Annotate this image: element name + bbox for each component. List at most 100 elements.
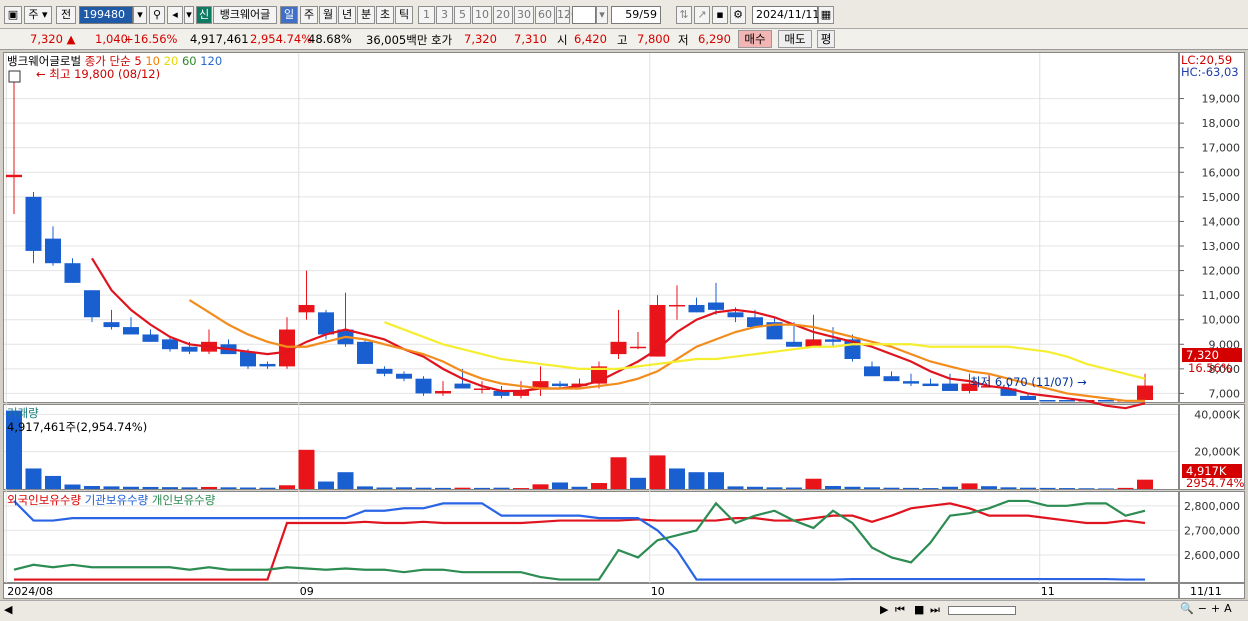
legend-individual: 개인보유수량 <box>151 493 216 507</box>
volume-bar <box>864 487 880 489</box>
volume-bar <box>396 487 412 489</box>
volume-bar <box>1020 487 1036 489</box>
volume-bar <box>162 487 178 489</box>
volume-bar <box>64 484 81 489</box>
candle-body <box>396 373 412 379</box>
pause-icon[interactable]: ■ <box>914 603 924 616</box>
volume-bar <box>532 484 549 489</box>
volume-bar <box>435 487 451 489</box>
volume-bar <box>688 472 705 489</box>
volume-bar <box>610 457 627 489</box>
high-marker-icon <box>8 70 21 83</box>
legend-ma120: 120 <box>200 54 223 68</box>
last-pct-tag: 16.56% <box>1188 361 1232 375</box>
scroll-right-icon[interactable]: ▶ <box>880 603 888 616</box>
candle-body <box>474 388 490 391</box>
scroll-thumb[interactable] <box>948 606 1016 615</box>
first-icon[interactable]: ⏮ <box>895 603 905 617</box>
candle-body <box>825 339 841 342</box>
volume-bar <box>142 486 159 489</box>
candle-body <box>162 339 178 350</box>
holdings-tick-label: 2,600,000 <box>1184 549 1240 562</box>
legend-foreign: 외국인보유수량 <box>7 493 82 507</box>
volume-bar <box>376 487 393 489</box>
moving-average-line <box>384 321 1146 380</box>
candle-body <box>805 339 822 347</box>
candle-body <box>610 341 627 355</box>
hc-label: HC:-63,03 <box>1181 65 1239 79</box>
volume-bar <box>591 483 607 489</box>
scroll-left-icon[interactable]: ◀ <box>4 603 12 616</box>
candle-body <box>25 196 42 251</box>
volume-bar <box>454 487 471 489</box>
price-tick-label: 16,000 <box>1202 166 1241 179</box>
volume-bar <box>786 487 802 489</box>
volume-bar <box>961 483 978 489</box>
holdings-legend: 외국인보유수량 기관보유수량 개인보유수량 <box>7 492 215 508</box>
chart-canvas: 7,0008,0009,00010,00011,00012,00013,0001… <box>4 53 1241 598</box>
volume-bar <box>552 482 568 489</box>
price-tick-label: 12,000 <box>1202 265 1241 278</box>
last-price-tag: 7,320 <box>1182 348 1242 362</box>
volume-bar <box>25 468 42 489</box>
price-tick-label: 15,000 <box>1202 191 1241 204</box>
candle-body <box>240 351 256 367</box>
candle-body <box>181 346 198 352</box>
volume-bar <box>630 477 646 489</box>
x-tick-label: 2024/08 <box>7 585 53 598</box>
candle-body <box>786 341 802 347</box>
last-volume-pct: 2954.74% <box>1186 476 1245 490</box>
price-tick-label: 17,000 <box>1202 142 1241 155</box>
candle-body <box>64 263 81 283</box>
volume-bar <box>903 487 919 489</box>
price-tick-label: 13,000 <box>1202 240 1241 253</box>
volume-bar <box>1117 487 1134 489</box>
candle-body <box>1098 400 1114 402</box>
candle-body <box>1039 400 1056 402</box>
zoom-controls-icon[interactable]: 🔍−+A <box>1180 602 1236 615</box>
volume-bar <box>669 468 685 489</box>
volume-bar <box>571 486 588 489</box>
price-tick-label: 7,000 <box>1209 387 1241 400</box>
holdings-tick-label: 2,800,000 <box>1184 500 1240 513</box>
volume-bar <box>1137 479 1153 489</box>
high-annotation: ← 최고 19,800 (08/12) <box>36 67 161 81</box>
last-icon[interactable]: ⏭ <box>930 603 940 617</box>
volume-bar <box>766 487 783 489</box>
volume-bar <box>1059 488 1075 489</box>
volume-bar <box>747 486 763 489</box>
candle-body <box>552 383 568 387</box>
candle-body <box>84 290 100 318</box>
candle-body <box>922 383 939 387</box>
volume-bar <box>318 481 334 489</box>
price-tick-label: 18,000 <box>1202 117 1241 130</box>
volume-bar <box>1000 487 1017 489</box>
candle-body <box>259 363 276 367</box>
x-tick-label: 09 <box>300 585 314 598</box>
volume-bar <box>220 487 237 489</box>
volume-bar <box>103 486 120 489</box>
candle-body <box>1020 395 1036 400</box>
candle-body <box>435 390 451 394</box>
volume-bar <box>922 488 939 489</box>
volume-readout: 4,917,461주(2,954.74%) <box>7 420 148 434</box>
x-tick-label: 11 <box>1041 585 1055 598</box>
candle-body <box>103 322 120 328</box>
candle-body <box>903 381 919 384</box>
candle-body <box>298 304 315 313</box>
volume-bar <box>649 455 666 489</box>
candle-body <box>454 383 471 389</box>
volume-bar <box>513 488 529 489</box>
volume-bar <box>201 486 217 489</box>
candle-body <box>45 238 61 264</box>
volume-bar <box>123 486 139 489</box>
volume-bar <box>825 486 841 489</box>
volume-bar <box>357 486 373 489</box>
candle-body <box>669 304 685 307</box>
x-right-label: 11/11 <box>1190 585 1222 598</box>
volume-bar <box>415 487 432 489</box>
volume-bar <box>942 486 958 489</box>
legend-ma60: 60 <box>181 54 197 68</box>
candle-body <box>1059 400 1075 402</box>
volume-tick-label: 40,000K <box>1194 408 1240 421</box>
